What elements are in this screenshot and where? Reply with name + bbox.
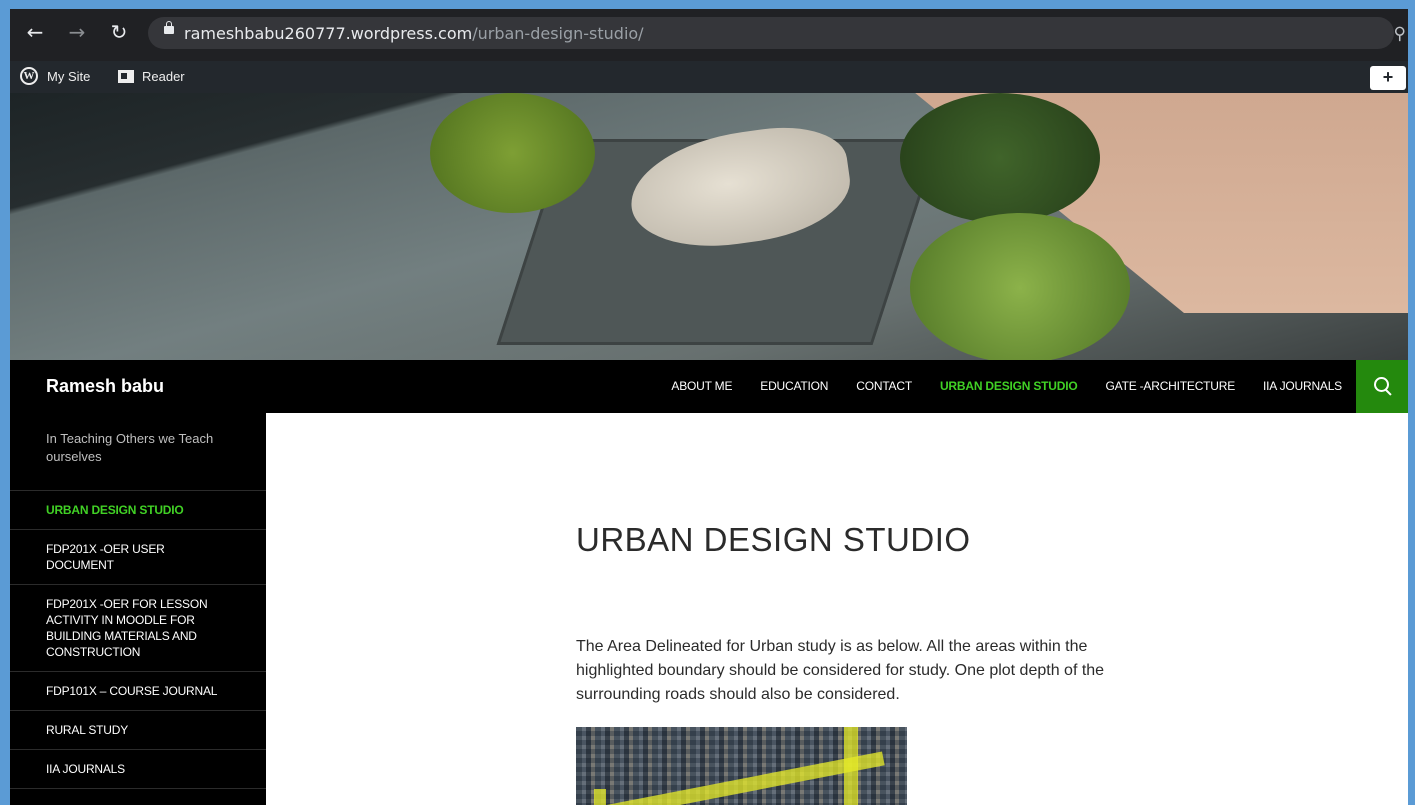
map-boundary-highlight-top [597,751,885,805]
page-body-text: The Area Delineated for Urban study is a… [576,638,1105,703]
url-text[interactable]: rameshbabu260777.wordpress.com/urban-des… [184,24,644,43]
menu-item-education[interactable]: EDUCATION [746,360,842,413]
reader-link[interactable]: Reader [142,69,185,84]
forward-arrow-icon[interactable]: → [64,19,90,45]
header-plant-right-bottom [910,213,1130,360]
menu-item-about-me[interactable]: ABOUT ME [657,360,746,413]
sidebar-item-urban-design-studio[interactable]: URBAN DESIGN STUDIO [10,491,266,530]
my-site-link[interactable]: My Site [47,69,90,84]
sidebar-item-fdp201x-oer-user-document[interactable]: FDP201X -OER USER DOCUMENT [10,530,266,585]
page-title: URBAN DESIGN STUDIO [576,521,971,559]
urban-study-map-image[interactable] [576,727,907,805]
header-plant-right-top [900,93,1100,223]
menu-item-urban-design-studio[interactable]: URBAN DESIGN STUDIO [926,360,1092,413]
primary-menu: ABOUT ME EDUCATION CONTACT URBAN DESIGN … [657,360,1356,413]
wp-admin-bar: W My Site Reader + [10,61,1408,93]
main-content: URBAN DESIGN STUDIO The Area Delineated … [266,413,1408,805]
back-arrow-icon[interactable]: ← [22,19,48,45]
menu-item-gate-architecture[interactable]: GATE -ARCHITECTURE [1092,360,1250,413]
address-bar[interactable]: rameshbabu260777.wordpress.com/urban-des… [148,17,1394,49]
header-image [10,93,1408,360]
wordpress-logo-icon[interactable]: W [20,67,38,85]
zoom-icon[interactable]: ⚲ [1394,24,1406,44]
site-header-bar: Ramesh babu ABOUT ME EDUCATION CONTACT U… [10,360,1408,413]
site-tagline: In Teaching Others we Teach ourselves [10,413,266,491]
site-title[interactable]: Ramesh babu [46,376,164,397]
search-toggle-button[interactable] [1356,360,1408,413]
map-boundary-highlight-left [594,789,606,805]
menu-item-contact[interactable]: CONTACT [842,360,926,413]
sidebar-item-rural-study[interactable]: RURAL STUDY [10,711,266,750]
sidebar-item-fdp201x-oer-lesson-activity[interactable]: FDP201X -OER FOR LESSON ACTIVITY IN MOOD… [10,585,266,672]
search-icon-handle [1385,389,1392,396]
reader-icon[interactable] [118,70,134,83]
sidebar-item-iia-journals[interactable]: IIA JOURNALS [10,750,266,789]
menu-item-iia-journals[interactable]: IIA JOURNALS [1249,360,1356,413]
write-post-button[interactable]: + [1370,66,1406,90]
browser-toolbar: ← → ↻ rameshbabu260777.wordpress.com/urb… [10,9,1408,61]
map-boundary-highlight-right [844,727,858,805]
url-domain: rameshbabu260777.wordpress.com [184,24,473,43]
sidebar-item-fdp101x-course-journal[interactable]: FDP101X – COURSE JOURNAL [10,672,266,711]
reload-icon[interactable]: ↻ [106,19,132,45]
header-plant-left [430,93,595,213]
lock-icon [164,21,174,34]
url-path: /urban-design-studio/ [472,24,644,43]
sidebar: In Teaching Others we Teach ourselves UR… [10,413,266,805]
browser-window: ← → ↻ rameshbabu260777.wordpress.com/urb… [10,9,1408,805]
